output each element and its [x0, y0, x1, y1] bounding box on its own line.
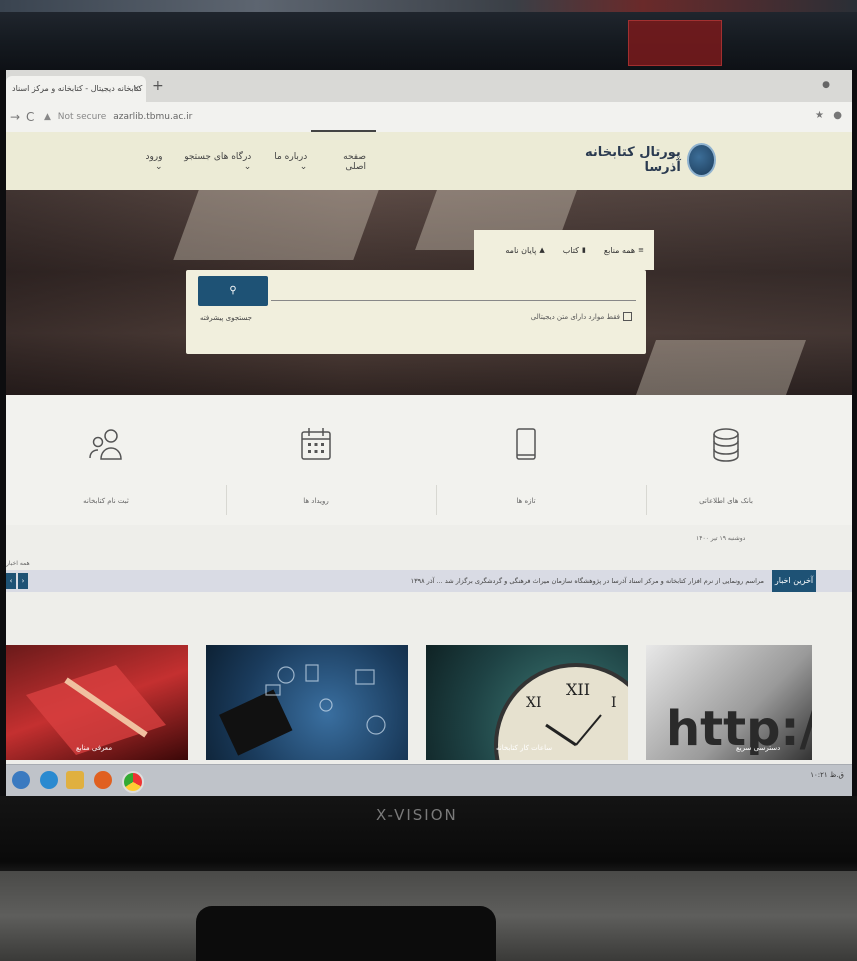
card-working-hours[interactable]: XII XI I ساعات کار کتابخانه: [426, 645, 628, 760]
profile-icon[interactable]: ●: [833, 110, 842, 121]
new-tab-button[interactable]: +: [152, 78, 164, 94]
background-wall: [0, 0, 857, 12]
not-secure-label: Not secure: [57, 112, 107, 122]
tab-title: کتابخانه دیجیتال - کتابخانه و مرکز اسناد: [12, 84, 143, 93]
site-logo[interactable]: پورتال کتابخانه آذرسا: [566, 142, 716, 178]
menu-item-login[interactable]: ورود ⌄: [136, 152, 162, 172]
search-button[interactable]: ⚲: [198, 276, 268, 306]
monitor-bezel-bottom: X-VISION: [0, 796, 857, 961]
monitor-bezel-top: [0, 0, 857, 70]
logo-badge-icon: [686, 143, 716, 177]
graduation-icon: ▲: [539, 246, 545, 254]
close-tab-icon[interactable]: ×: [132, 76, 140, 102]
current-date: دوشنبه ۱۹ تیر ۱۴۰۰: [696, 535, 746, 542]
fulltext-filter[interactable]: فقط موارد دارای متن دیجیتالی: [531, 312, 632, 321]
fulltext-checkbox[interactable]: [623, 312, 632, 321]
svg-text:I: I: [611, 695, 617, 711]
search-tab-label: پایان نامه: [505, 245, 537, 255]
media-player-icon[interactable]: [94, 771, 112, 789]
star-icon[interactable]: ★: [815, 110, 824, 121]
site-header: صفحه اصلی درباره ما ⌄ درگاه های جستجو ⌄ …: [6, 130, 852, 190]
cards-row: http:// دسترسی سریع XII XI I ساعات کار ک…: [6, 645, 852, 765]
feature-new-items[interactable]: تازه ها: [456, 425, 596, 505]
search-tab-label: کتاب: [562, 245, 579, 255]
url-text: azarlib.tbmu.ac.ir: [113, 112, 193, 122]
media-icons-image: [219, 664, 386, 756]
menu-item-search-portals[interactable]: درگاه های جستجو ⌄: [177, 152, 251, 172]
menu-item-home[interactable]: صفحه اصلی: [311, 130, 376, 172]
feature-label: رویداد ها: [303, 497, 329, 505]
svg-text:XI: XI: [526, 695, 542, 711]
latest-news-label: آخرین اخبار: [772, 570, 816, 592]
monitor-screen: کتابخانه دیجیتال - کتابخانه و مرکز اسناد…: [6, 70, 852, 796]
advanced-search-link[interactable]: جستجوی پیشرفته: [200, 314, 252, 322]
start-button-icon[interactable]: [12, 771, 30, 789]
monitor-brand: X-VISION: [376, 806, 458, 824]
card-quick-access[interactable]: http:// دسترسی سریع: [646, 645, 812, 760]
card-caption: دسترسی سریع: [736, 744, 781, 752]
book-page-shape: [635, 340, 807, 395]
features-section: بانک های اطلاعاتی تازه ها رویداد ها ثبت …: [6, 395, 852, 525]
window-controls[interactable]: ●: [822, 80, 830, 90]
url-field[interactable]: ▲ Not secure azarlib.tbmu.ac.ir: [44, 109, 192, 125]
reload-icon[interactable]: C: [26, 110, 34, 124]
news-nav: ‹ ›: [6, 573, 28, 589]
system-clock[interactable]: ۱۰:۲۱ ق.ظ: [810, 771, 844, 779]
browser-tab[interactable]: کتابخانه دیجیتال - کتابخانه و مرکز اسناد…: [6, 76, 146, 102]
search-tab-theses[interactable]: ▲ پایان نامه: [505, 246, 544, 255]
news-ticker-text[interactable]: مراسم رونمایی از نرم افزار کتابخانه و مر…: [411, 570, 764, 592]
browser-tab-bar: کتابخانه دیجیتال - کتابخانه و مرکز اسناد…: [6, 70, 852, 102]
svg-text:XII: XII: [566, 680, 590, 699]
chrome-icon[interactable]: [122, 771, 144, 793]
feature-label: تازه ها: [516, 497, 536, 505]
card-caption: ساعات کار کتابخانه: [496, 744, 553, 752]
http-image: http://: [666, 701, 812, 757]
search-icon: ⚲: [229, 285, 237, 296]
divider: [646, 485, 647, 515]
ie-icon[interactable]: [40, 771, 58, 789]
search-input[interactable]: [271, 284, 636, 301]
search-tab-all[interactable]: ≡ همه منابع: [604, 246, 644, 255]
all-resources-icon: ≡: [638, 246, 644, 254]
warning-icon: ▲: [44, 112, 51, 122]
calendar-icon: [301, 428, 331, 460]
fulltext-label: فقط موارد دارای متن دیجیتالی: [530, 312, 620, 321]
card-resources[interactable]: [206, 645, 408, 760]
clock-image: XII XI I: [494, 663, 628, 760]
search-tab-books[interactable]: ▮ کتاب: [563, 246, 586, 255]
news-prev-button[interactable]: ‹: [6, 573, 16, 589]
card-introduce[interactable]: معرفی منابع: [6, 645, 188, 760]
monitor-stand: [196, 906, 496, 961]
hero-banner: ≡ همه منابع ▮ کتاب ▲ پایان نامه ⚲ جستجوی…: [6, 190, 852, 395]
feature-registration[interactable]: ثبت نام کتابخانه: [36, 425, 176, 505]
card-caption: معرفی منابع: [76, 744, 113, 752]
search-box: ⚲ جستجوی پیشرفته فقط موارد دارای متن دیج…: [186, 270, 646, 354]
gift-image: [26, 665, 166, 755]
all-news-link[interactable]: همه اخبار: [6, 560, 30, 567]
logo-text: پورتال کتابخانه آذرسا: [585, 145, 681, 175]
feature-databases[interactable]: بانک های اطلاعاتی: [656, 425, 796, 505]
search-tab-label: همه منابع: [603, 245, 636, 255]
divider: [436, 485, 437, 515]
feature-label: بانک های اطلاعاتی: [699, 497, 753, 505]
book-page-shape: [173, 190, 379, 260]
book-icon: ▮: [581, 246, 586, 254]
divider: [226, 485, 227, 515]
main-menu: صفحه اصلی درباره ما ⌄ درگاه های جستجو ⌄ …: [136, 130, 376, 172]
database-icon: [713, 428, 739, 462]
red-sticker: [628, 20, 722, 66]
users-icon: [89, 429, 122, 460]
menu-item-about[interactable]: درباره ما ⌄: [265, 152, 307, 172]
windows-taskbar: ۱۰:۲۱ ق.ظ: [6, 764, 852, 796]
forward-icon[interactable]: →: [10, 110, 20, 124]
book-icon: [516, 428, 536, 460]
news-ticker-bar: آخرین اخبار مراسم رونمایی از نرم افزار ک…: [6, 570, 852, 592]
feature-label: ثبت نام کتابخانه: [83, 497, 129, 505]
news-next-button[interactable]: ›: [18, 573, 28, 589]
address-bar: → C ▲ Not secure azarlib.tbmu.ac.ir ★ ●: [6, 102, 852, 133]
feature-events[interactable]: رویداد ها: [246, 425, 386, 505]
folder-icon[interactable]: [66, 771, 84, 789]
search-type-tabs: ≡ همه منابع ▮ کتاب ▲ پایان نامه: [474, 230, 654, 270]
